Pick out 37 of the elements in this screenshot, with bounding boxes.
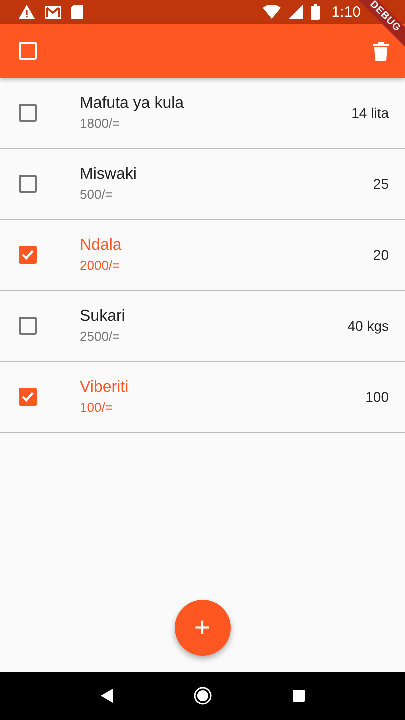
item-name: Sukari [80,308,126,326]
item-quantity: 14 lita [352,105,389,121]
signal-icon [288,5,303,19]
item-name: Viberiti [80,379,130,397]
list-item[interactable]: Miswaki 500/= 25 [0,149,405,220]
list-item[interactable]: Mafuta ya kula 1800/= 14 lita [0,78,405,149]
mail-icon [44,4,62,20]
back-icon[interactable] [100,689,112,703]
wifi-icon [262,5,281,19]
item-price: 2000/= [80,258,122,273]
recents-icon[interactable] [292,690,304,702]
home-icon[interactable] [194,687,212,705]
item-checkbox[interactable] [19,246,37,264]
list-item[interactable]: Sukari 2500/= 40 kgs [0,291,405,362]
item-checkbox[interactable] [19,317,37,335]
sd-card-icon [70,4,84,20]
list-item[interactable]: Ndala 2000/= 20 [0,220,405,291]
item-name: Mafuta ya kula [80,95,186,113]
clock-time: 1:10 [332,4,361,20]
item-quantity: 20 [373,247,389,263]
select-all-checkbox[interactable] [19,42,37,60]
delete-icon[interactable] [373,42,389,60]
item-checkbox[interactable] [19,104,37,122]
item-name: Miswaki [80,166,138,184]
item-price: 500/= [80,187,114,202]
item-price: 100/= [80,400,114,415]
item-price: 1800/= [80,116,122,131]
item-checkbox[interactable] [19,388,37,406]
item-name: Ndala [80,237,123,255]
battery-icon [310,4,320,20]
item-quantity: 25 [373,176,389,192]
item-checkbox[interactable] [19,175,37,193]
item-quantity: 40 kgs [348,318,389,334]
item-quantity: 100 [366,389,389,405]
item-price: 2500/= [80,329,122,344]
list-item[interactable]: Viberiti 100/= 100 [0,362,405,433]
warning-icon [18,4,36,20]
